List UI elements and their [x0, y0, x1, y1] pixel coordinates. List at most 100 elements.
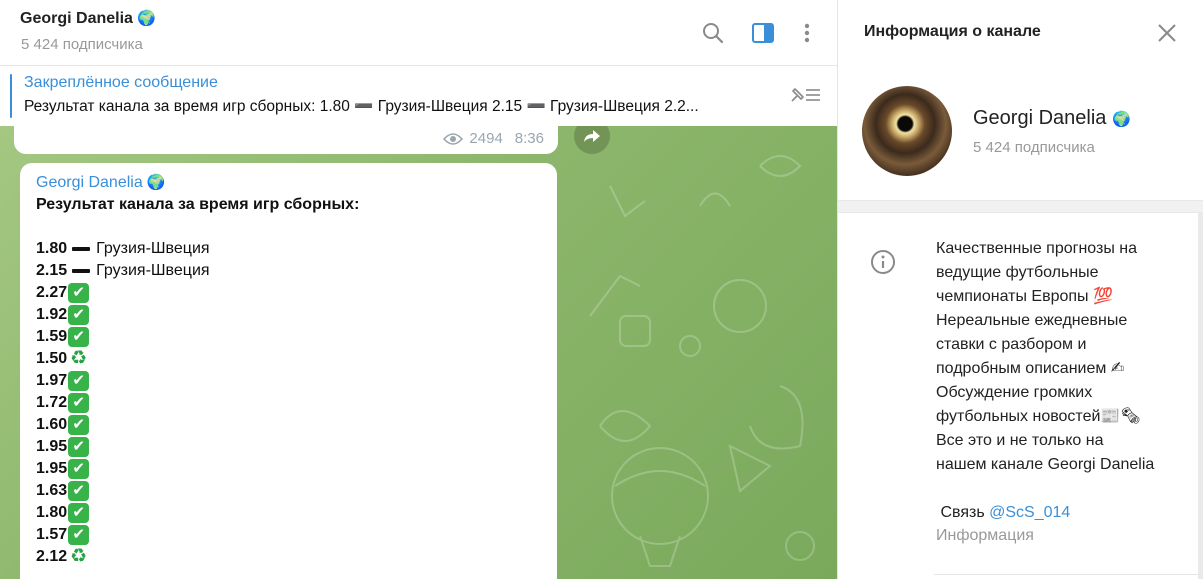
- globe-emoji: 🌍: [1112, 110, 1132, 128]
- chat-header[interactable]: Georgi Danelia 🌍 5 424 подписчика: [0, 0, 837, 66]
- channel-subscribers: 5 424 подписчика: [973, 139, 1095, 156]
- bottom-divider: [934, 574, 1203, 575]
- minus-icon: [72, 269, 91, 273]
- odds-row: 1.60 ✔: [36, 414, 541, 436]
- odds-row: 1.95 ✔: [36, 458, 541, 480]
- message-author[interactable]: Georgi Danelia 🌍: [36, 172, 541, 194]
- check-mark-icon: ✔: [68, 393, 90, 413]
- search-icon: [703, 23, 724, 44]
- author-name: Georgi Danelia: [36, 174, 143, 191]
- contact-line: Связь @ScS_014: [936, 501, 1186, 525]
- more-vertical-icon: [804, 23, 810, 43]
- scrollbar-track[interactable]: [1198, 213, 1203, 579]
- description-line: нашем канале Georgi Danelia: [936, 456, 1155, 473]
- odds-value: 1.95: [36, 460, 68, 477]
- close-icon: [1158, 24, 1176, 42]
- description-line: Качественные прогнозы на: [936, 240, 1138, 257]
- odds-row: 1.59 ✔: [36, 326, 541, 348]
- minus-icon: [72, 247, 91, 251]
- description-line: ведущие футбольные: [936, 264, 1099, 281]
- section-separator: [838, 200, 1203, 213]
- odds-row: 2.15 Грузия-Швеция: [36, 260, 541, 282]
- odds-value: 2.12: [36, 548, 68, 565]
- odds-value: 1.80: [36, 240, 68, 257]
- odds-row: 1.57 ✔: [36, 524, 541, 546]
- info-section-label: Информация: [936, 527, 1034, 544]
- check-mark-icon: ✔: [68, 481, 90, 501]
- description-spacer: [936, 477, 1186, 501]
- pinned-list-icon: [791, 88, 820, 102]
- odds-value: 1.92: [36, 306, 68, 323]
- pinned-indicator: [10, 74, 12, 118]
- contact-label: Связь: [940, 504, 985, 521]
- info-panel-title: Информация о канале: [864, 23, 1041, 40]
- odds-row: 1.92 ✔: [36, 304, 541, 326]
- chat-pane: Georgi Danelia 🌍 5 424 подписчика Закреп…: [0, 0, 837, 579]
- message-meta: 2494 8:36: [443, 130, 544, 147]
- info-icon-wrap: [870, 249, 896, 280]
- odds-value: 2.27: [36, 284, 68, 301]
- description-line: чемпионаты Европы 💯: [936, 288, 1113, 305]
- sidebar-toggle-button[interactable]: [750, 20, 776, 46]
- check-mark-icon: ✔: [68, 503, 90, 523]
- search-button[interactable]: [700, 20, 726, 46]
- chat-subscribers: 5 424 подписчика: [21, 36, 143, 53]
- odds-list: 1.80 Грузия-Швеция 2.15 Грузия-Швеция 2.27 ✔ 1…: [36, 238, 541, 568]
- previous-message[interactable]: 2494 8:36: [14, 126, 558, 154]
- contact-link[interactable]: @ScS_014: [989, 504, 1070, 521]
- pinned-title: Закреплённое сообщение: [24, 74, 218, 91]
- globe-emoji: 🌍: [137, 10, 157, 27]
- chat-wallpaper: 2494 8:36 Georgi Danelia 🌍 Результат кан…: [0, 126, 837, 579]
- channel-name: Georgi Danelia 🌍: [973, 107, 1131, 130]
- close-button[interactable]: [1156, 22, 1178, 49]
- check-mark-icon: ✔: [68, 305, 90, 325]
- info-icon: [871, 250, 895, 274]
- description-line: подробным описанием ✍: [936, 360, 1125, 377]
- check-mark-icon: ✔: [68, 459, 90, 479]
- description-line: ставки с разбором и: [936, 336, 1087, 353]
- globe-emoji: 🌍: [146, 174, 166, 191]
- check-mark-icon: ✔: [68, 283, 90, 303]
- match-name: Грузия-Швеция: [96, 262, 210, 279]
- description-line: Все это и не только на: [936, 432, 1104, 449]
- odds-value: 2.15: [36, 262, 68, 279]
- odds-row: 1.80 Грузия-Швеция: [36, 238, 541, 260]
- odds-value: 1.57: [36, 526, 68, 543]
- channel-message[interactable]: Georgi Danelia 🌍 Результат канала за вре…: [20, 163, 557, 579]
- sidebar-toggle-icon: [752, 23, 774, 43]
- more-menu-button[interactable]: [794, 20, 820, 46]
- description-line: футбольных новостей📰🗞: [936, 408, 1141, 425]
- odds-row: 1.95 ✔: [36, 436, 541, 458]
- odds-value: 1.60: [36, 416, 68, 433]
- channel-info-panel: Информация о канале Georgi Danelia 🌍 5 4…: [838, 0, 1203, 579]
- pinned-message-bar[interactable]: Закреплённое сообщение Результат канала …: [0, 67, 837, 126]
- odds-value: 1.50: [36, 350, 68, 367]
- pinned-list-button[interactable]: [788, 84, 822, 111]
- channel-description: Качественные прогнозы на ведущие футболь…: [936, 237, 1186, 525]
- match-name: Грузия-Швеция: [96, 240, 210, 257]
- channel-name-text: Georgi Danelia: [973, 107, 1107, 129]
- odds-row: 1.50 ♻: [36, 348, 541, 370]
- pinned-text: Результат канала за время игр сборных: 1…: [24, 98, 699, 115]
- odds-row: 1.97 ✔: [36, 370, 541, 392]
- forward-icon: [584, 130, 600, 142]
- check-mark-icon: ✔: [68, 437, 90, 457]
- eye-icon: [443, 132, 464, 145]
- chat-title-text: Georgi Danelia: [20, 10, 133, 27]
- odds-value: 1.63: [36, 482, 68, 499]
- odds-row: 1.63 ✔: [36, 480, 541, 502]
- odds-value: 1.59: [36, 328, 68, 345]
- view-count: 2494: [469, 130, 503, 147]
- check-mark-icon: ✔: [68, 371, 90, 391]
- check-mark-icon: ✔: [68, 525, 90, 545]
- recycle-icon: ♻: [70, 546, 88, 567]
- odds-value: 1.72: [36, 394, 68, 411]
- chat-title[interactable]: Georgi Danelia 🌍: [20, 9, 156, 28]
- message-time: 8:36: [514, 130, 544, 147]
- check-mark-icon: ✔: [68, 327, 90, 347]
- odds-row: 2.12 ♻: [36, 546, 541, 568]
- description-line: Обсуждение громких: [936, 384, 1093, 401]
- message-headline: Результат канала за время игр сборных:: [36, 196, 360, 213]
- odds-row: 1.80 ✔: [36, 502, 541, 524]
- channel-avatar[interactable]: [862, 86, 952, 176]
